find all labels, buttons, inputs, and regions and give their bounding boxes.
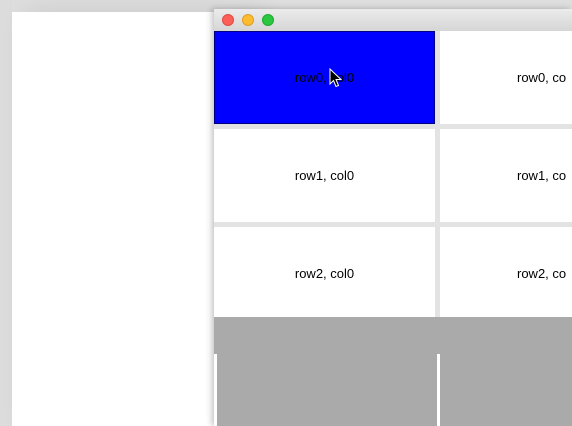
close-window-button[interactable]: [222, 14, 234, 26]
zoom-window-button[interactable]: [262, 14, 274, 26]
column-divider[interactable]: [214, 354, 217, 426]
cell-label: row1, co: [517, 168, 567, 183]
window-titlebar[interactable]: [214, 9, 572, 32]
column-divider[interactable]: [437, 354, 440, 426]
cell-label: row2, col0: [294, 266, 355, 281]
table-cell-row1-col0[interactable]: row1, col0: [214, 129, 435, 222]
table-cell-row1-col1[interactable]: row1, co: [440, 129, 572, 222]
table-cell-row2-col0[interactable]: row2, col0: [214, 227, 435, 320]
cell-label: row0, col0: [294, 70, 355, 85]
table-grid: row0, col0 row0, co row1, col0 row1, co …: [214, 31, 572, 326]
cell-label: row1, col0: [294, 168, 355, 183]
empty-content-area: [214, 317, 572, 426]
table-cell-row0-col1[interactable]: row0, co: [440, 31, 572, 124]
table-cell-row0-col0[interactable]: row0, col0: [214, 31, 435, 124]
arrow-cursor-icon: [329, 68, 343, 88]
cell-label: row2, co: [517, 266, 567, 281]
app-window: row0, col0 row0, co row1, col0 row1, co …: [214, 9, 572, 426]
desktop-left-strip: [0, 0, 12, 426]
minimize-window-button[interactable]: [242, 14, 254, 26]
table-cell-row2-col1[interactable]: row2, co: [440, 227, 572, 320]
cell-label: row0, co: [517, 70, 567, 85]
